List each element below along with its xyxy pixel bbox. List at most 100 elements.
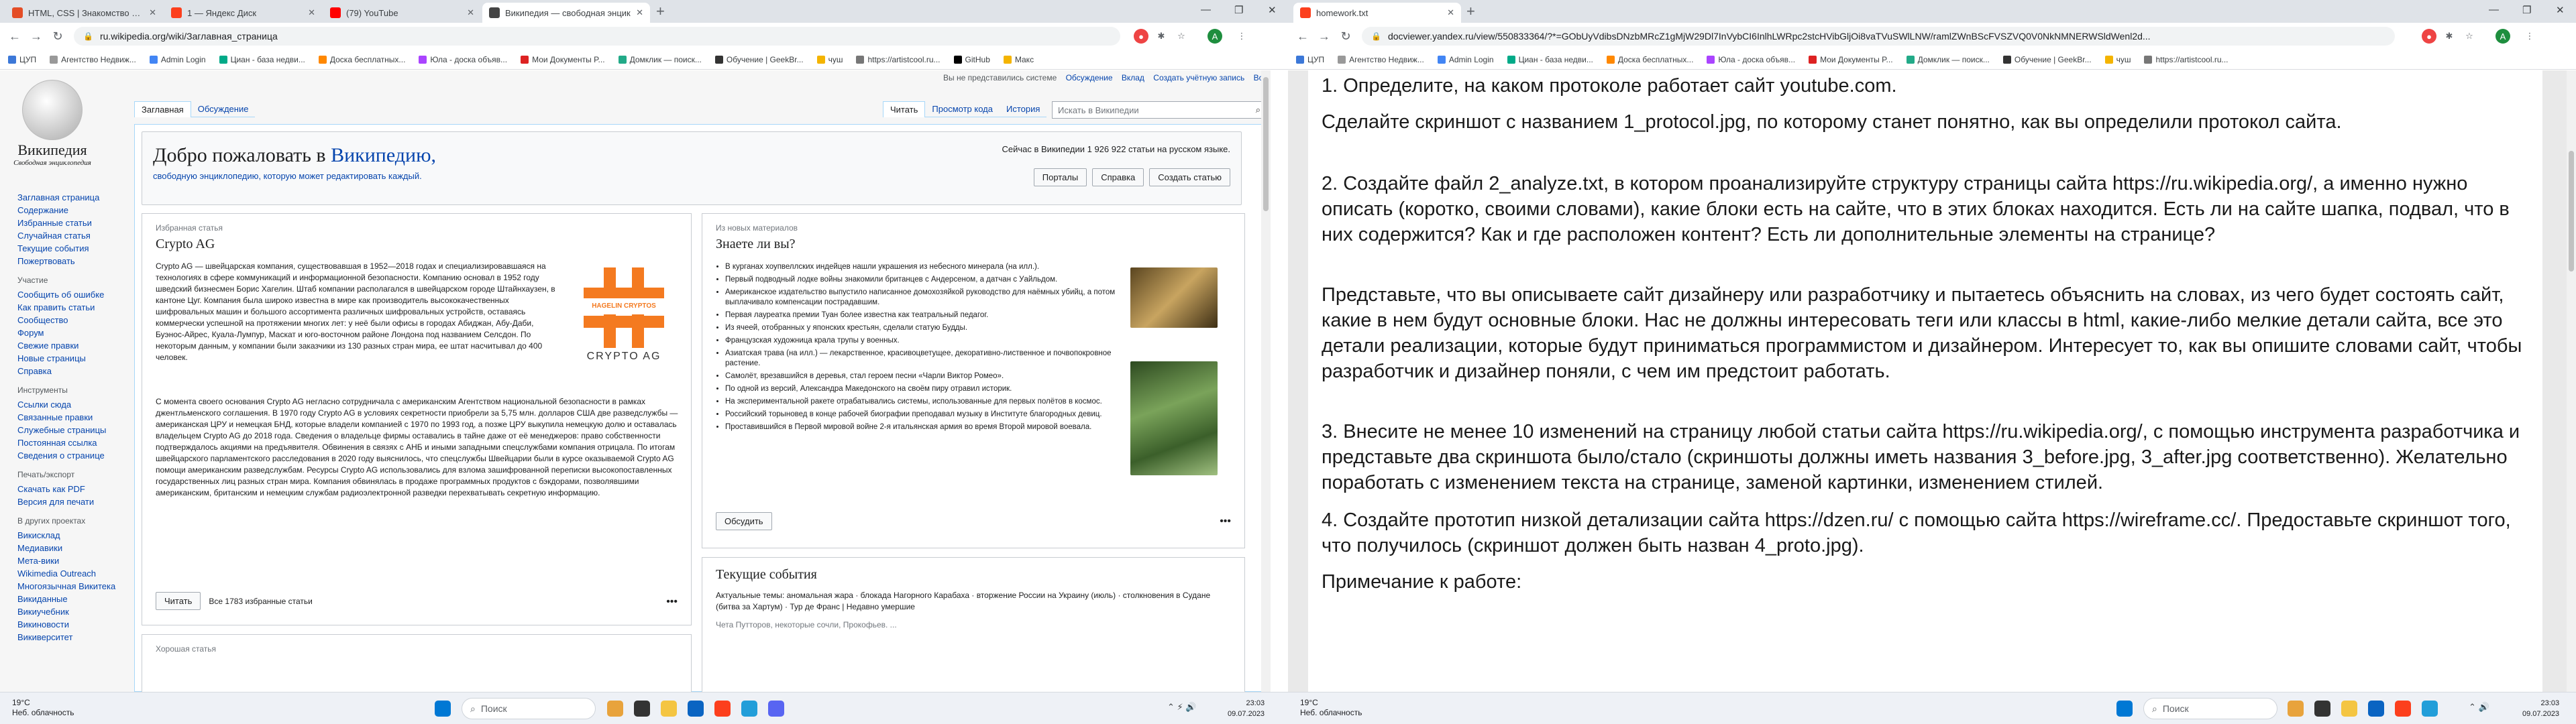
bookmark-item[interactable]: Макс [1003,55,1034,64]
bookmark-item[interactable]: Агентство Недвиж... [1338,55,1424,64]
close-icon[interactable]: ✕ [467,7,474,18]
bookmark-item[interactable]: Admin Login [1437,55,1494,64]
extension-icon[interactable]: ● [2422,29,2436,44]
yandex-icon[interactable] [714,701,731,717]
extension-icon[interactable]: ● [1134,29,1148,44]
wikipedia-logo[interactable]: Википедия Свободная энциклопедия [12,80,93,167]
bookmark-item[interactable]: Домклик — поиск... [1906,55,1990,64]
tray-icons[interactable]: ⌃ 🔊 [2469,702,2489,713]
tab-main[interactable]: Заглавная [134,101,191,117]
browser-tab[interactable]: 1 — Яндекс Диск ✕ [164,3,322,23]
bookmark-item[interactable]: Циан - база недви... [1507,55,1593,64]
sidebar-item[interactable]: Справка [17,365,115,377]
login-link[interactable]: Войти [1254,73,1261,82]
weather-widget[interactable]: 19°C Неб. облачность [12,698,74,718]
tab-read[interactable]: Читать [883,101,926,117]
sidebar-item[interactable]: Многоязычная Викитека [17,580,115,593]
browser-tab-active[interactable]: Википедия — свободная энцик ✕ [482,3,650,23]
bookmark-item[interactable]: https://artistcool.ru... [2144,55,2229,64]
bookmark-item[interactable]: Циан - база недви... [219,55,305,64]
reload-icon[interactable]: ↻ [47,29,68,44]
sidebar-item[interactable]: Сообщить об ошибке [17,288,115,301]
sidebar-item[interactable]: Избранные статьи [17,217,115,229]
forward-icon[interactable]: → [1313,29,1335,44]
contributions-link[interactable]: Вклад [1122,73,1144,82]
bookmark-item[interactable]: GitHub [953,55,990,64]
chrome-icon[interactable] [2288,701,2304,717]
bookmark-item[interactable]: чуш [816,55,843,64]
weather-widget[interactable]: 19°C Неб. облачность [1300,698,1362,718]
bookmark-item[interactable]: Мои Документы P... [1809,55,1893,64]
mail-icon[interactable] [688,701,704,717]
close-window-icon[interactable]: ✕ [2556,4,2565,16]
sidebar-item[interactable]: Как править статьи [17,301,115,314]
tab-history[interactable]: История [999,101,1047,117]
star-icon[interactable]: ☆ [1174,29,1189,44]
bookmark-item[interactable]: Обучение | GeekBr... [714,55,804,64]
sidebar-item[interactable]: Викиверситет [17,631,115,644]
close-icon[interactable]: ✕ [1447,7,1454,18]
sidebar-item[interactable]: Викиновости [17,618,115,631]
extensions-puzzle-icon[interactable]: ✱ [1154,29,1169,44]
portals-button[interactable]: Порталы [1033,168,1087,186]
file-explorer-icon[interactable] [2341,701,2357,717]
sidebar-item[interactable]: Текущие события [17,242,115,255]
chrome-icon[interactable] [607,701,623,717]
sidebar-item[interactable]: Скачать как PDF [17,483,115,495]
yandex-icon[interactable] [2395,701,2411,717]
create-account-link[interactable]: Создать учётную запись [1153,73,1244,82]
bookmark-item[interactable]: ЦУП [8,55,36,64]
app-icon[interactable] [768,701,784,717]
grass-image[interactable] [1130,361,1218,475]
mail-icon[interactable] [2368,701,2384,717]
meteorite-image[interactable] [1130,267,1218,328]
sidebar-item[interactable]: Форум [17,326,115,339]
read-button[interactable]: Читать [156,592,201,610]
task-view-icon[interactable] [2314,701,2330,717]
browser-tab[interactable]: HTML, CSS | Знакомство с веб- ✕ [5,3,163,23]
sidebar-item[interactable]: Случайная статья [17,229,115,242]
sidebar-item[interactable]: Медиавики [17,542,115,554]
tab-talk[interactable]: Обсуждение [191,101,256,117]
sidebar-item[interactable]: Викисклад [17,529,115,542]
welcome-title-link[interactable]: Википедию, [331,144,436,166]
sidebar-item[interactable]: Новые страницы [17,352,115,365]
scroll-thumb[interactable] [1263,77,1269,211]
star-icon[interactable]: ☆ [2462,29,2477,44]
sidebar-item[interactable]: Версия для печати [17,495,115,508]
sidebar-item[interactable]: Пожертвовать [17,255,115,267]
discuss-button[interactable]: Обсудить [716,512,772,530]
more-icon[interactable]: ••• [1220,516,1231,528]
bookmark-item[interactable]: Агентство Недвиж... [50,55,136,64]
minimize-icon[interactable]: — [2489,4,2499,15]
sidebar-item[interactable]: Заглавная страница [17,191,115,204]
file-explorer-icon[interactable] [661,701,677,717]
sidebar-item[interactable]: Связанные правки [17,411,115,424]
telegram-icon[interactable] [741,701,757,717]
maximize-icon[interactable]: ❐ [1234,4,1243,16]
minimize-icon[interactable]: — [1201,4,1211,15]
bookmark-item[interactable]: Доска бесплатных... [1606,55,1693,64]
taskbar-search[interactable]: ⌕ Поиск [2143,698,2277,719]
bookmark-item[interactable]: Юла - доска объяв... [419,55,507,64]
sidebar-item[interactable]: Содержание [17,204,115,217]
sidebar-item[interactable]: Wikimedia Outreach [17,567,115,580]
sidebar-item[interactable]: Постоянная ссылка [17,436,115,449]
sidebar-item[interactable]: Служебные страницы [17,424,115,436]
bookmark-item[interactable]: Доска бесплатных... [318,55,405,64]
clock[interactable]: 23:03 09.07.2023 [2522,698,2559,719]
bookmark-item[interactable]: Мои Документы P... [521,55,605,64]
reload-icon[interactable]: ↻ [1335,29,1356,44]
all-featured-link[interactable]: Все 1783 избранные статьи [209,597,312,606]
sidebar-item[interactable]: Викиучебник [17,605,115,618]
avatar[interactable]: A [1208,29,1222,44]
telegram-icon[interactable] [2422,701,2438,717]
address-bar[interactable]: 🔒 ru.wikipedia.org/wiki/Заглавная_страниц… [74,27,1120,46]
taskbar-search[interactable]: ⌕ Поиск [462,698,596,719]
bookmark-item[interactable]: ЦУП [1296,55,1324,64]
doc-scrollbar[interactable] [2567,70,2576,692]
more-icon[interactable]: ••• [666,596,678,608]
address-bar[interactable]: 🔒 docviewer.yandex.ru/view/550833364/?*=G… [1362,27,2395,46]
menu-icon[interactable]: ⋮ [1234,29,1249,44]
task-view-icon[interactable] [634,701,650,717]
